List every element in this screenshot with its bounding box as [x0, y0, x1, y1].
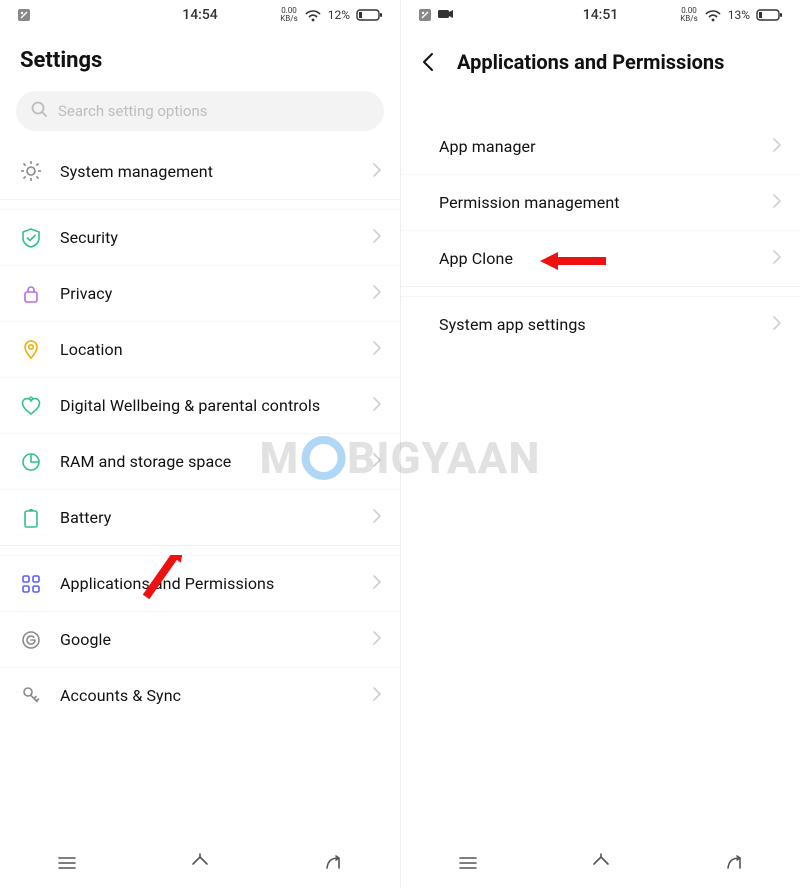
wifi-icon [704, 7, 722, 23]
search-input[interactable]: Search setting options [16, 91, 384, 131]
row-label: Applications and Permissions [60, 574, 355, 593]
settings-row-app-manager[interactable]: App manager [401, 118, 800, 174]
mute-icon [16, 7, 32, 23]
chevron-right-icon [373, 452, 382, 471]
wifi-icon [304, 7, 322, 23]
chevron-right-icon [773, 193, 782, 212]
heart-icon [20, 395, 42, 417]
chevron-right-icon [373, 396, 382, 415]
settings-row-accounts[interactable]: Accounts & Sync [0, 667, 400, 723]
chevron-right-icon [373, 284, 382, 303]
page-title: Applications and Permissions [457, 50, 724, 74]
page-title-bar: Settings [0, 30, 400, 87]
camera-icon [437, 7, 454, 23]
settings-row-privacy[interactable]: Privacy [0, 265, 400, 321]
chevron-right-icon [773, 249, 782, 268]
battery-icon [356, 7, 384, 23]
pin-icon [20, 339, 42, 361]
chevron-right-icon [373, 574, 382, 593]
battery-icon [756, 7, 784, 23]
nav-home-button[interactable] [590, 852, 612, 878]
chevron-right-icon [773, 137, 782, 156]
row-label: Security [60, 228, 355, 247]
page-title: Settings [20, 48, 380, 73]
status-battery-pct: 13% [728, 8, 750, 22]
status-data-rate: 0.00KB/s [680, 7, 697, 23]
lock-icon [20, 283, 42, 305]
page-title-bar: Applications and Permissions [401, 30, 800, 90]
search-placeholder: Search setting options [58, 102, 208, 120]
g-icon [20, 629, 42, 651]
settings-row-system-app-settings[interactable]: System app settings [401, 296, 800, 352]
settings-row-permission-mgmt[interactable]: Permission management [401, 174, 800, 230]
row-label: System app settings [439, 315, 755, 334]
settings-list: System management Security Privacy Location… [0, 143, 400, 723]
gear-icon [20, 160, 42, 182]
mute-icon [417, 7, 433, 23]
chevron-right-icon [373, 508, 382, 527]
settings-row-apps-permissions[interactable]: Applications and Permissions [0, 555, 400, 611]
settings-row-google[interactable]: Google [0, 611, 400, 667]
status-bar: 14:54 0.00KB/s 12% [0, 0, 400, 30]
settings-row-system-management[interactable]: System management [0, 143, 400, 199]
settings-row-wellbeing[interactable]: Digital Wellbeing & parental controls [0, 377, 400, 433]
key-icon [20, 685, 42, 707]
row-label: RAM and storage space [60, 452, 355, 471]
status-time: 14:54 [182, 7, 218, 23]
nav-back-button[interactable] [322, 852, 344, 878]
piechart-icon [20, 451, 42, 473]
status-battery-pct: 12% [328, 8, 350, 22]
row-label: App manager [439, 137, 755, 156]
chevron-right-icon [373, 228, 382, 247]
row-label: System management [60, 162, 355, 181]
settings-row-app-clone[interactable]: App Clone [401, 230, 800, 286]
shield-icon [20, 227, 42, 249]
system-nav-bar [401, 842, 800, 888]
chevron-right-icon [373, 630, 382, 649]
nav-recents-button[interactable] [56, 852, 78, 878]
settings-row-battery[interactable]: Battery [0, 489, 400, 545]
status-data-rate: 0.00KB/s [280, 7, 297, 23]
status-time: 14:51 [583, 7, 619, 23]
settings-row-storage[interactable]: RAM and storage space [0, 433, 400, 489]
chevron-right-icon [373, 340, 382, 359]
grid-icon [20, 573, 42, 595]
left-screenshot: 14:54 0.00KB/s 12% Settings Search setti… [0, 0, 400, 888]
row-label: Location [60, 340, 355, 359]
system-nav-bar [0, 842, 400, 888]
chevron-right-icon [373, 162, 382, 181]
nav-home-button[interactable] [189, 852, 211, 878]
settings-list: App manager Permission management App Clon… [401, 118, 800, 352]
right-screenshot: 14:51 0.00KB/s 13% Applications and Perm… [400, 0, 800, 888]
nav-back-button[interactable] [723, 852, 745, 878]
row-label: App Clone [439, 249, 755, 268]
settings-row-security[interactable]: Security [0, 209, 400, 265]
row-label: Google [60, 630, 355, 649]
chevron-right-icon [373, 686, 382, 705]
row-label: Permission management [439, 193, 755, 212]
search-icon [30, 100, 48, 122]
status-bar: 14:51 0.00KB/s 13% [401, 0, 800, 30]
chevron-right-icon [773, 315, 782, 334]
nav-recents-button[interactable] [457, 852, 479, 878]
back-button[interactable] [415, 48, 443, 76]
battery-icon [20, 507, 42, 529]
row-label: Privacy [60, 284, 355, 303]
row-label: Digital Wellbeing & parental controls [60, 396, 355, 415]
row-label: Accounts & Sync [60, 686, 355, 705]
settings-row-location[interactable]: Location [0, 321, 400, 377]
row-label: Battery [60, 508, 355, 527]
